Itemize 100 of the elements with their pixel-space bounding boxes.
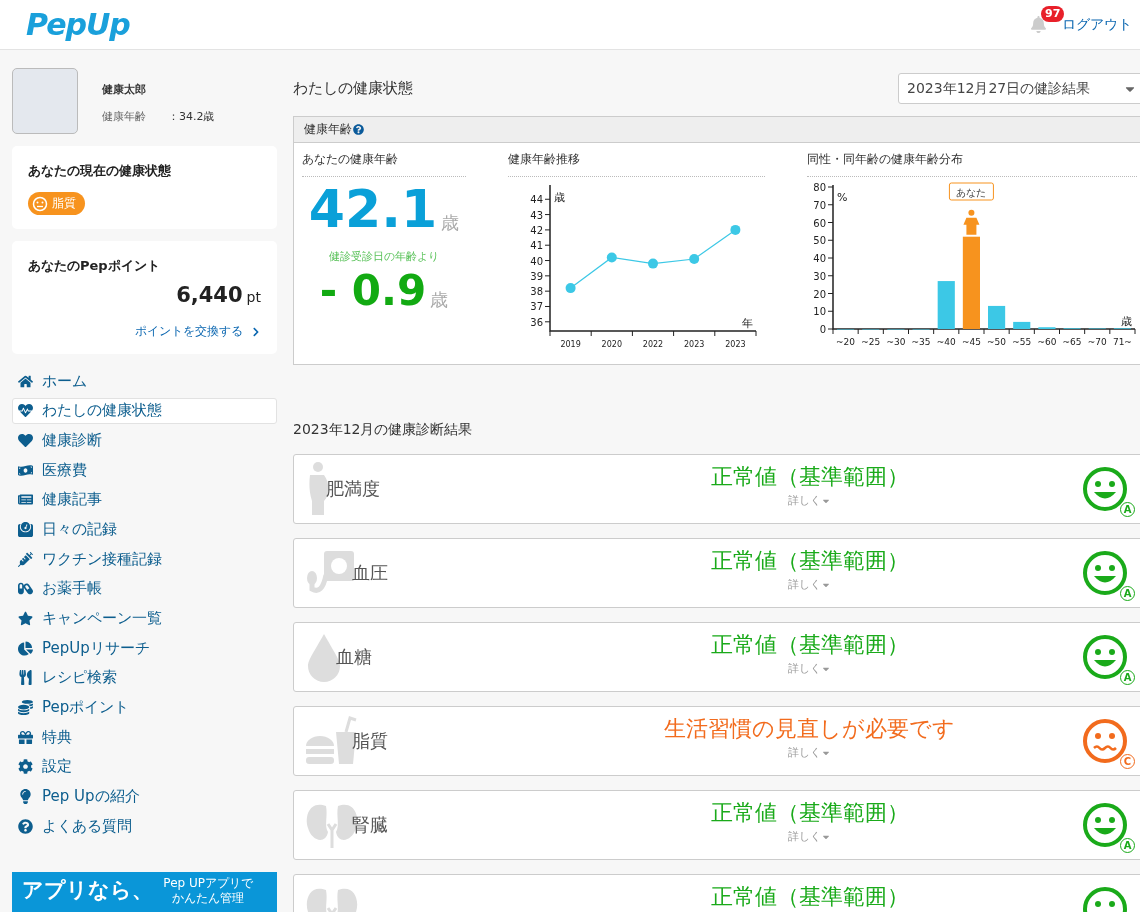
health-age-value: 42.1 (308, 183, 438, 235)
tick-label: 20 (813, 288, 826, 300)
data-point (648, 258, 658, 269)
annotation: あなた (956, 187, 987, 198)
exchange-points-link[interactable]: ポイントを交換する (135, 323, 261, 340)
bar (937, 281, 955, 329)
tick-label: ~35 (911, 337, 931, 347)
result-text: 生活習慣の見直しが必要です (664, 715, 955, 743)
unit-label: 歳 (441, 211, 460, 235)
nav-item[interactable]: ホーム (12, 368, 277, 394)
help-icon[interactable] (353, 124, 364, 135)
utensils-icon (18, 670, 33, 686)
axis-label: 年 (742, 317, 753, 330)
tick-label: ~65 (1062, 337, 1082, 347)
scale-icon (18, 521, 33, 537)
result-card[interactable]: 脂質 生活習慣の見直しが必要です 詳しく C (293, 706, 1140, 776)
notification-badge: 97 (1041, 5, 1065, 22)
tick-label: 2023 (725, 340, 746, 349)
tick-label: ~20 (836, 337, 856, 347)
result-card[interactable]: 血糖 正常値（基準範囲） 詳しく A (293, 622, 1140, 692)
result-text: 正常値（基準範囲） (710, 463, 909, 491)
tick-label: 0 (819, 324, 826, 335)
nav-item[interactable]: 医療費 (12, 457, 277, 484)
logout-link[interactable]: ログアウト (1062, 15, 1132, 34)
date-select[interactable]: 2023年12月27日の健診結果 (898, 73, 1140, 104)
nav-item[interactable]: Pepポイント (12, 694, 277, 721)
user-name: 健康太郎 (102, 82, 147, 97)
data-point (689, 254, 700, 264)
points-value: 6,440 (176, 283, 243, 307)
nav-item[interactable]: Pep Upの紹介 (12, 783, 277, 810)
item-name: 腎臓 (352, 813, 388, 837)
nav-item[interactable]: キャンペーン一覧 (12, 605, 277, 632)
item-name: 肥満度 (326, 477, 380, 501)
data-point (730, 224, 741, 235)
nav-item[interactable]: レシピ検索 (12, 664, 277, 691)
grade-badge: C (1120, 754, 1135, 769)
item-name: 脂質 (352, 729, 388, 753)
tick-label: ~55 (1012, 337, 1032, 347)
grade-badge: A (1120, 586, 1135, 601)
tick-label: 10 (813, 306, 826, 318)
result-card[interactable]: 腎臓 正常値（基準範囲） 詳しく A (293, 790, 1140, 860)
nav-item[interactable]: 健康診断 (12, 427, 277, 454)
result-text: 正常値（基準範囲） (710, 631, 909, 659)
nav-item[interactable]: わたしの健康状態 (12, 397, 277, 424)
lightbulb-icon (18, 789, 33, 805)
axis-label: % (837, 191, 848, 204)
home-icon (18, 373, 33, 389)
column-title: あなたの健康年齢 (302, 151, 466, 177)
tick-label: 71~ (1112, 337, 1132, 347)
tick-label: 41 (530, 240, 543, 252)
tick-label: 40 (813, 253, 826, 264)
unit-label: 歳 (430, 288, 449, 312)
tick-label: 42 (530, 224, 543, 236)
tick-label: 36 (530, 316, 543, 328)
data-point (606, 252, 617, 263)
item-name: 血糖 (336, 645, 372, 669)
bell-icon[interactable] (1030, 16, 1047, 33)
age-value: ：34.2歳 (168, 109, 215, 124)
result-text: 正常値（基準範囲） (710, 547, 909, 575)
tick-label: 43 (530, 209, 543, 221)
tick-label: 70 (813, 199, 826, 211)
capsule-icon (18, 581, 33, 597)
grade-badge: A (1120, 838, 1135, 853)
section-title: わたしの健康状態 (293, 79, 413, 98)
tick-label: 2023 (684, 340, 705, 349)
tick-label: 40 (530, 255, 543, 267)
tick-label: 30 (813, 270, 826, 282)
tick-label: ~50 (987, 337, 1007, 347)
tick-label: 80 (813, 182, 826, 193)
tick-label: ~30 (886, 337, 906, 347)
nav-item[interactable]: 設定 (12, 753, 277, 780)
card-title: あなたの現在の健康状態 (28, 162, 172, 180)
settings-icon (18, 759, 33, 775)
newspaper-icon (18, 492, 33, 508)
result-text: 正常値（基準範囲） (710, 883, 909, 911)
nav-item[interactable]: お薬手帳 (12, 575, 277, 602)
nav-item[interactable]: よくある質問 (12, 813, 277, 840)
result-card[interactable]: 血圧 正常値（基準範囲） 詳しく A (293, 538, 1140, 608)
gift-icon (18, 729, 33, 745)
nav-item[interactable]: ワクチン接種記録 (12, 546, 277, 573)
age-label: 健康年齢 (102, 109, 146, 124)
tick-label: 37 (530, 301, 543, 313)
tick-label: 50 (813, 235, 826, 247)
nav-item[interactable]: PepUpリサーチ (12, 635, 277, 662)
person-icon (963, 209, 980, 235)
tick-label: 39 (530, 270, 543, 282)
tick-label: ~70 (1087, 337, 1107, 347)
banner-note: かんたん管理 (172, 891, 245, 906)
nav-item[interactable]: 特典 (12, 724, 277, 751)
heart-icon (18, 432, 33, 448)
nav-item[interactable]: 日々の記録 (12, 516, 277, 543)
bar (1013, 321, 1031, 329)
axis-label: 歳 (554, 191, 565, 204)
tick-label: 2019 (560, 340, 581, 349)
nav-item[interactable]: 健康記事 (12, 486, 277, 513)
avatar-placeholder (12, 68, 78, 134)
tick-label: ~25 (861, 337, 881, 347)
neutral-face-icon (32, 195, 48, 212)
result-card[interactable]: 肥満度 正常値（基準範囲） 詳しく A (293, 454, 1140, 524)
age-difference: - 0.9 (319, 270, 427, 312)
